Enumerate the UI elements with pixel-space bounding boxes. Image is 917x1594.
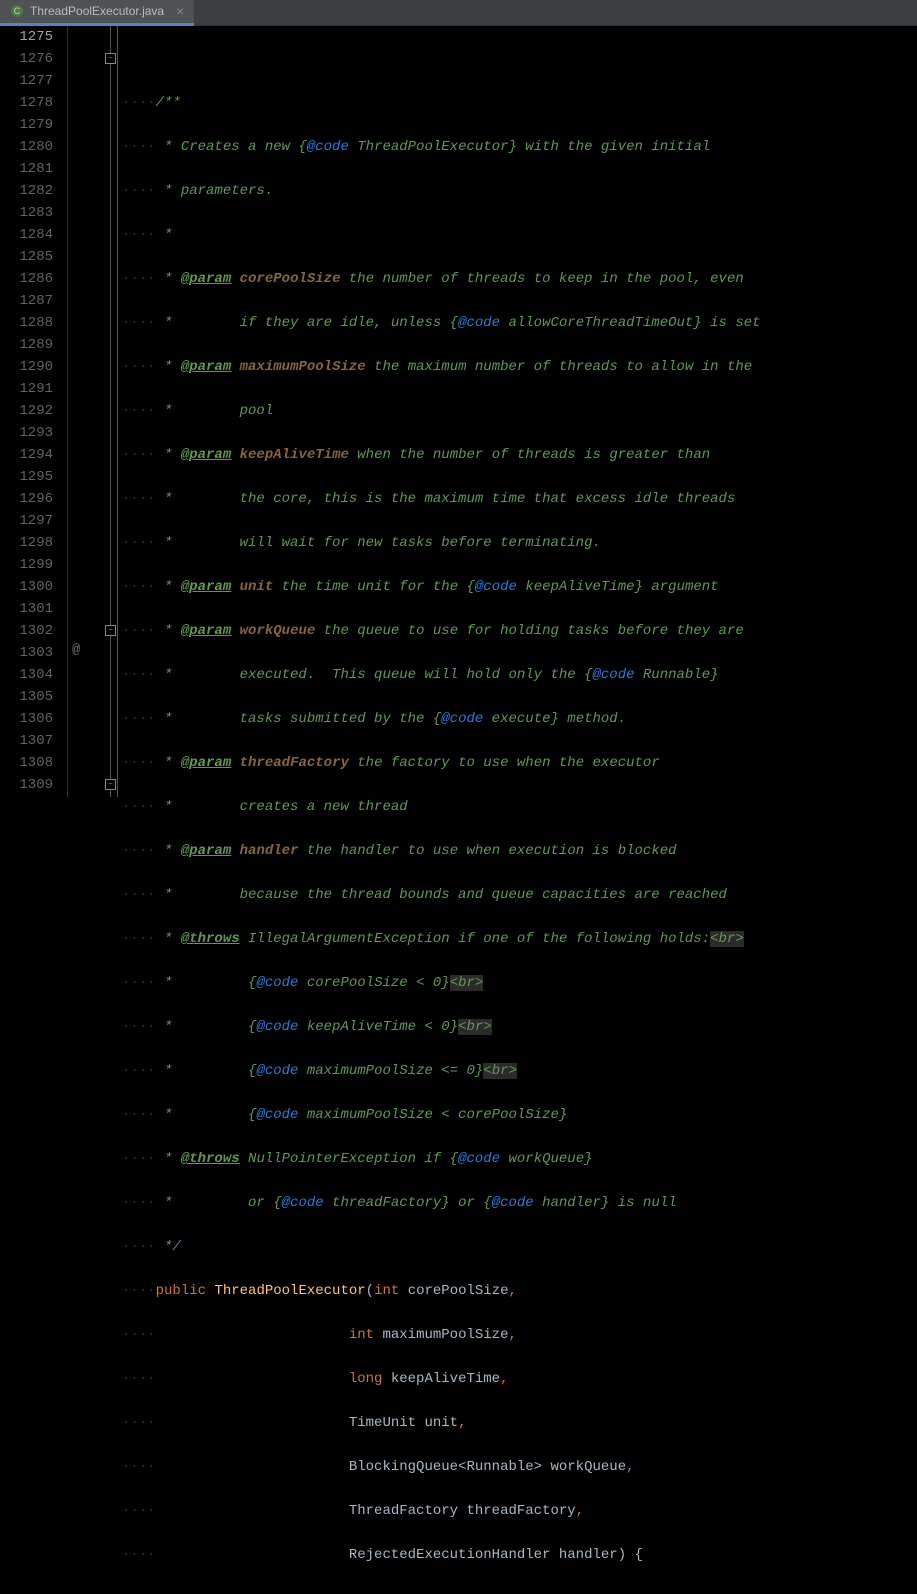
- editor: 1275127612771278127912801281128212831284…: [0, 26, 917, 797]
- code-line: ···· * @param workQueue the queue to use…: [122, 620, 917, 642]
- code-line: ···· * Creates a new {@code ThreadPoolEx…: [122, 136, 917, 158]
- line-number[interactable]: 1297: [0, 510, 53, 532]
- code-line: ···· * the core, this is the maximum tim…: [122, 488, 917, 510]
- code-line: ···· long keepAliveTime,: [122, 1368, 917, 1390]
- line-number[interactable]: 1305: [0, 686, 53, 708]
- code-line: ···· * @param corePoolSize the number of…: [122, 268, 917, 290]
- code-line: ····/**: [122, 92, 917, 114]
- code-line: ····public ThreadPoolExecutor(int corePo…: [122, 1280, 917, 1302]
- code-line: ···· * {@code maximumPoolSize <= 0}<br>: [122, 1060, 917, 1082]
- code-line: ···· * @throws IllegalArgumentException …: [122, 928, 917, 950]
- line-number[interactable]: 1287: [0, 290, 53, 312]
- line-number[interactable]: 1275: [0, 26, 53, 48]
- line-number[interactable]: 1288: [0, 312, 53, 334]
- code-line: ···· * or {@code threadFactory} or {@cod…: [122, 1192, 917, 1214]
- line-number[interactable]: 1289: [0, 334, 53, 356]
- code-line: ···· * @param threadFactory the factory …: [122, 752, 917, 774]
- code-line: [122, 48, 917, 70]
- line-number[interactable]: 1277: [0, 70, 53, 92]
- svg-text:C: C: [14, 6, 21, 16]
- code-line: ···· * {@code keepAliveTime < 0}<br>: [122, 1016, 917, 1038]
- code-line: ···· * {@code corePoolSize < 0}<br>: [122, 972, 917, 994]
- override-marker-icon[interactable]: @: [72, 642, 80, 658]
- line-number[interactable]: 1303: [0, 642, 53, 664]
- line-number[interactable]: 1309: [0, 774, 53, 796]
- line-number[interactable]: 1284: [0, 224, 53, 246]
- line-number[interactable]: 1304: [0, 664, 53, 686]
- line-number[interactable]: 1282: [0, 180, 53, 202]
- line-number[interactable]: 1302: [0, 620, 53, 642]
- code-line: ···· * tasks submitted by the {@code exe…: [122, 708, 917, 730]
- line-number[interactable]: 1298: [0, 532, 53, 554]
- line-number[interactable]: 1279: [0, 114, 53, 136]
- editor-tab[interactable]: C ThreadPoolExecutor.java ×: [0, 0, 194, 26]
- fold-collapse-icon[interactable]: −: [105, 625, 116, 636]
- line-number[interactable]: 1281: [0, 158, 53, 180]
- code-line: ···· RejectedExecutionHandler handler) {: [122, 1544, 917, 1566]
- line-number[interactable]: 1283: [0, 202, 53, 224]
- line-number[interactable]: 1286: [0, 268, 53, 290]
- code-line: ···· * @param handler the handler to use…: [122, 840, 917, 862]
- line-number[interactable]: 1301: [0, 598, 53, 620]
- line-number[interactable]: 1306: [0, 708, 53, 730]
- fold-column: − − −: [104, 26, 118, 797]
- line-number[interactable]: 1290: [0, 356, 53, 378]
- code-line: ···· * if they are idle, unless {@code a…: [122, 312, 917, 334]
- line-number[interactable]: 1276: [0, 48, 53, 70]
- fold-guide: [110, 26, 111, 797]
- line-number[interactable]: 1291: [0, 378, 53, 400]
- code-line: ···· BlockingQueue<Runnable> workQueue,: [122, 1456, 917, 1478]
- fold-collapse-icon[interactable]: −: [105, 779, 116, 790]
- code-line: ···· * pool: [122, 400, 917, 422]
- line-number[interactable]: 1300: [0, 576, 53, 598]
- code-line: ···· * @param unit the time unit for the…: [122, 576, 917, 598]
- code-line: ···· * because the thread bounds and que…: [122, 884, 917, 906]
- code-line: ···· * parameters.: [122, 180, 917, 202]
- code-line: ···· * executed. This queue will hold on…: [122, 664, 917, 686]
- line-number-gutter[interactable]: 1275127612771278127912801281128212831284…: [0, 26, 68, 797]
- fold-collapse-icon[interactable]: −: [105, 53, 116, 64]
- code-line: ···· * @throws NullPointerException if {…: [122, 1148, 917, 1170]
- tab-filename: ThreadPoolExecutor.java: [30, 4, 164, 18]
- line-number[interactable]: 1296: [0, 488, 53, 510]
- code-line: ···· * {@code maximumPoolSize < corePool…: [122, 1104, 917, 1126]
- code-line: ···· ThreadFactory threadFactory,: [122, 1500, 917, 1522]
- code-line: ···· * creates a new thread: [122, 796, 917, 818]
- line-number[interactable]: 1307: [0, 730, 53, 752]
- close-icon[interactable]: ×: [176, 3, 184, 19]
- line-number[interactable]: 1278: [0, 92, 53, 114]
- code-line: ···· int maximumPoolSize,: [122, 1324, 917, 1346]
- code-area[interactable]: ····/** ···· * Creates a new {@code Thre…: [118, 26, 917, 797]
- code-line: ···· */: [122, 1236, 917, 1258]
- code-line: ···· * @param keepAliveTime when the num…: [122, 444, 917, 466]
- code-line: ···· * @param maximumPoolSize the maximu…: [122, 356, 917, 378]
- line-number[interactable]: 1280: [0, 136, 53, 158]
- line-number[interactable]: 1294: [0, 444, 53, 466]
- line-number[interactable]: 1293: [0, 422, 53, 444]
- code-line: ···· * will wait for new tasks before te…: [122, 532, 917, 554]
- marker-column: @: [68, 26, 104, 797]
- line-number[interactable]: 1295: [0, 466, 53, 488]
- line-number[interactable]: 1308: [0, 752, 53, 774]
- line-number[interactable]: 1299: [0, 554, 53, 576]
- line-number[interactable]: 1285: [0, 246, 53, 268]
- line-number[interactable]: 1292: [0, 400, 53, 422]
- code-line: ···· TimeUnit unit,: [122, 1412, 917, 1434]
- code-line: ···· *: [122, 224, 917, 246]
- tab-bar: C ThreadPoolExecutor.java ×: [0, 0, 917, 26]
- java-class-icon: C: [10, 4, 24, 18]
